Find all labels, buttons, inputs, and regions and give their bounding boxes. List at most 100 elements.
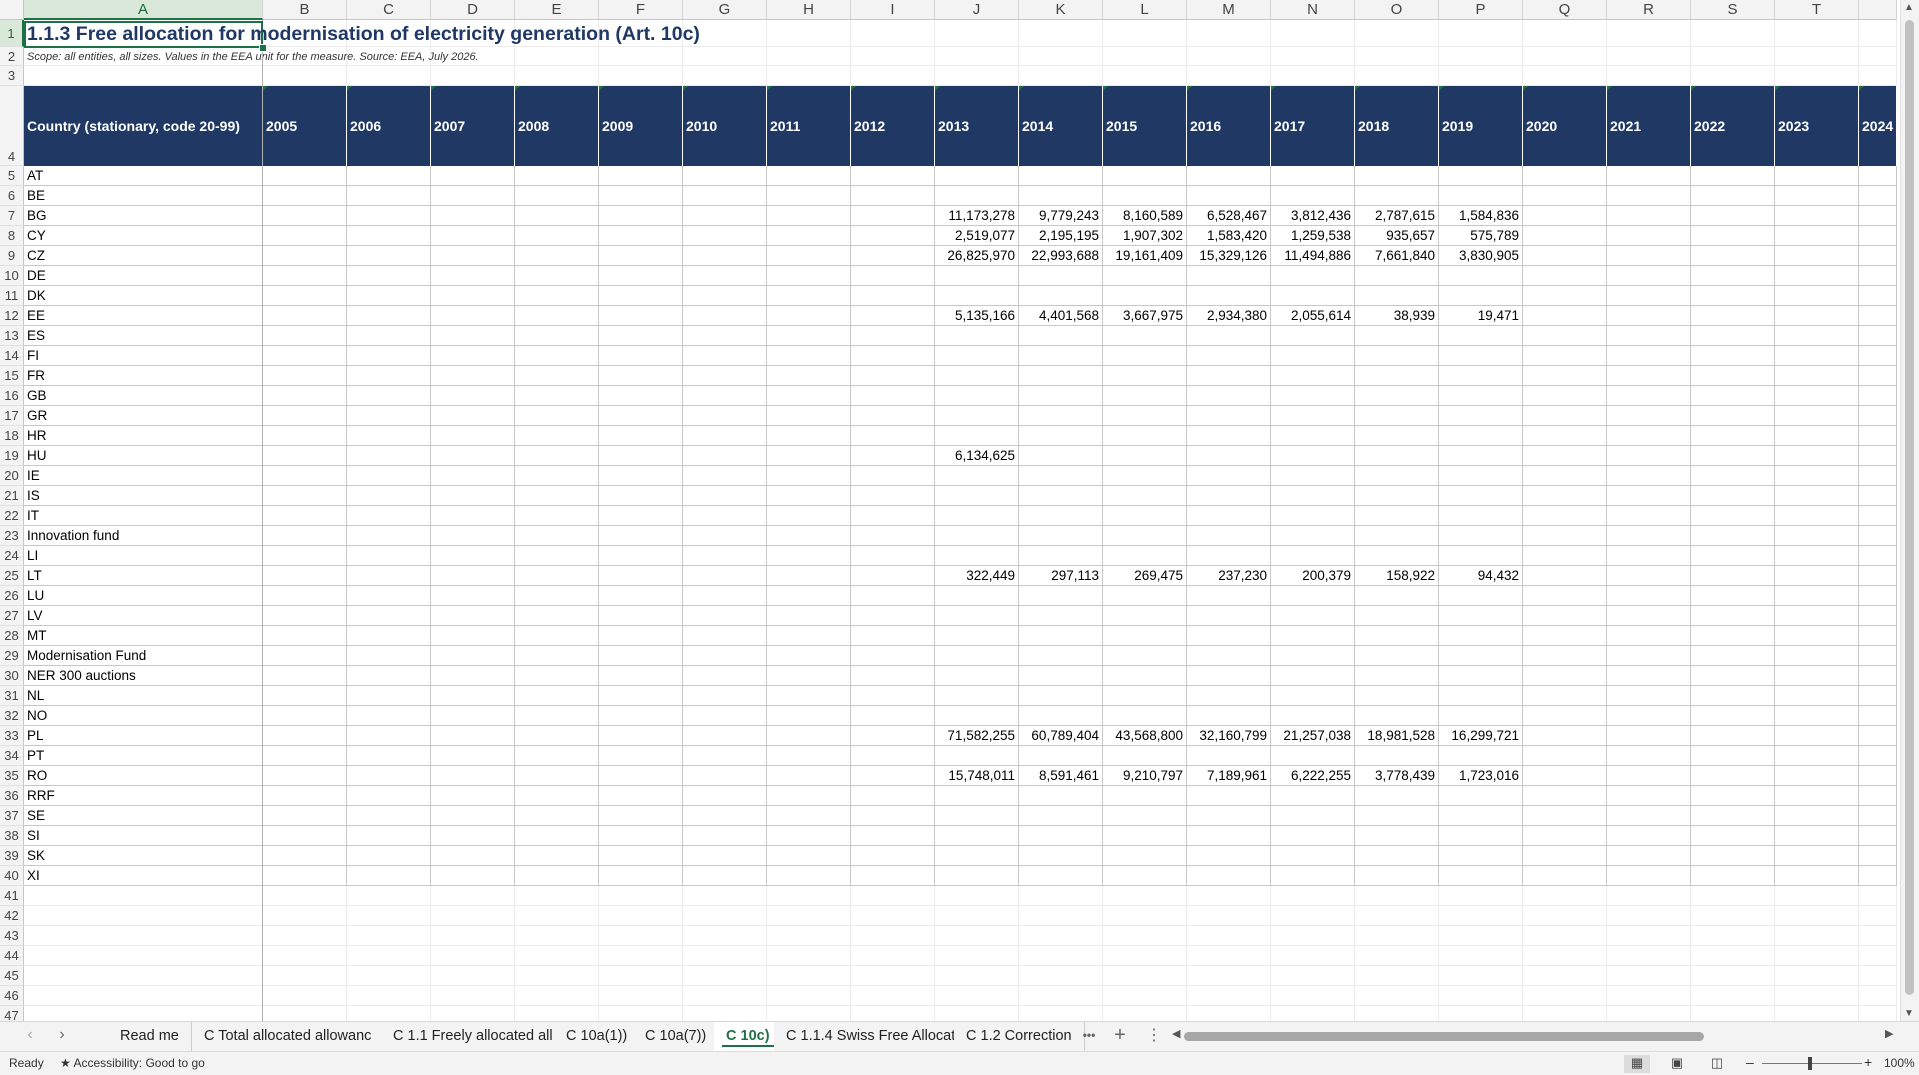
value-cell[interactable]: [263, 586, 347, 606]
value-cell[interactable]: [1019, 546, 1103, 566]
value-cell[interactable]: [935, 426, 1019, 446]
value-cell[interactable]: [1775, 646, 1859, 666]
value-cell[interactable]: [347, 806, 431, 826]
value-cell[interactable]: [851, 266, 935, 286]
value-cell[interactable]: [347, 306, 431, 326]
add-sheet-button[interactable]: +: [1110, 1024, 1130, 1047]
grid-cell[interactable]: [263, 66, 347, 86]
value-cell[interactable]: [1271, 826, 1355, 846]
value-cell[interactable]: [1355, 266, 1439, 286]
grid-cell[interactable]: [1775, 946, 1859, 966]
grid-cell[interactable]: [1439, 906, 1523, 926]
value-cell[interactable]: [599, 366, 683, 386]
value-cell[interactable]: [431, 466, 515, 486]
grid-cell[interactable]: [1271, 886, 1355, 906]
value-cell[interactable]: [263, 706, 347, 726]
value-cell[interactable]: [1691, 846, 1775, 866]
value-cell[interactable]: [1859, 686, 1897, 706]
value-cell[interactable]: [1607, 206, 1691, 226]
value-cell[interactable]: [515, 646, 599, 666]
grid-cell[interactable]: [767, 1006, 851, 1021]
value-cell[interactable]: [683, 466, 767, 486]
value-cell[interactable]: [1607, 666, 1691, 686]
grid-cell[interactable]: [1607, 886, 1691, 906]
grid-cell[interactable]: [599, 1006, 683, 1021]
grid-cell[interactable]: [935, 926, 1019, 946]
value-cell[interactable]: [1355, 806, 1439, 826]
value-cell[interactable]: [935, 286, 1019, 306]
value-cell[interactable]: [347, 486, 431, 506]
value-cell[interactable]: [431, 406, 515, 426]
value-cell[interactable]: [851, 246, 935, 266]
value-cell[interactable]: [599, 746, 683, 766]
value-cell[interactable]: [1019, 446, 1103, 466]
row-header[interactable]: 29: [0, 646, 24, 666]
grid-cell[interactable]: [263, 966, 347, 986]
grid-cell[interactable]: [767, 886, 851, 906]
value-cell[interactable]: [851, 406, 935, 426]
value-cell[interactable]: [851, 526, 935, 546]
value-cell[interactable]: [599, 686, 683, 706]
grid-cell[interactable]: [1439, 946, 1523, 966]
value-cell[interactable]: [1019, 426, 1103, 446]
value-cell[interactable]: [1607, 306, 1691, 326]
value-cell[interactable]: 9,210,797: [1103, 766, 1187, 786]
value-cell[interactable]: [1103, 746, 1187, 766]
value-cell[interactable]: [1019, 406, 1103, 426]
sheet-tab-active[interactable]: C 10c): [714, 1022, 783, 1051]
value-cell[interactable]: [1355, 606, 1439, 626]
value-cell[interactable]: [1439, 606, 1523, 626]
value-cell[interactable]: [431, 346, 515, 366]
value-cell[interactable]: [935, 626, 1019, 646]
grid-cell[interactable]: [515, 1006, 599, 1021]
grid-cell[interactable]: [851, 1006, 935, 1021]
value-cell[interactable]: [1187, 466, 1271, 486]
value-cell[interactable]: [1607, 366, 1691, 386]
grid-cell[interactable]: [515, 66, 599, 86]
value-cell[interactable]: [1859, 166, 1897, 186]
grid-cell[interactable]: [1187, 906, 1271, 926]
value-cell[interactable]: [1691, 466, 1775, 486]
value-cell[interactable]: [767, 566, 851, 586]
value-cell[interactable]: [1691, 286, 1775, 306]
grid-cell[interactable]: [1523, 986, 1607, 1006]
value-cell[interactable]: [515, 226, 599, 246]
value-cell[interactable]: [1523, 706, 1607, 726]
value-cell[interactable]: [1691, 366, 1775, 386]
row-header[interactable]: 7: [0, 206, 24, 226]
value-cell[interactable]: [1439, 286, 1523, 306]
row-header[interactable]: 41: [0, 886, 24, 906]
grid-cell[interactable]: [1103, 966, 1187, 986]
value-cell[interactable]: 237,230: [1187, 566, 1271, 586]
row-header[interactable]: 12: [0, 306, 24, 326]
value-cell[interactable]: [935, 846, 1019, 866]
value-cell[interactable]: [1523, 186, 1607, 206]
value-cell[interactable]: [1439, 686, 1523, 706]
grid-cell[interactable]: [1691, 886, 1775, 906]
value-cell[interactable]: [935, 506, 1019, 526]
horizontal-scroll-thumb[interactable]: [1184, 1032, 1704, 1041]
grid-cell[interactable]: [515, 986, 599, 1006]
value-cell[interactable]: [1187, 706, 1271, 726]
value-cell[interactable]: [515, 786, 599, 806]
value-cell[interactable]: [1439, 426, 1523, 446]
row-header[interactable]: 8: [0, 226, 24, 246]
value-cell[interactable]: 15,748,011: [935, 766, 1019, 786]
grid-cell[interactable]: [1523, 906, 1607, 926]
value-cell[interactable]: [935, 326, 1019, 346]
value-cell[interactable]: [1859, 866, 1897, 886]
grid-cell[interactable]: [1439, 926, 1523, 946]
grid-cell[interactable]: [1271, 47, 1355, 66]
value-cell[interactable]: 4,401,568: [1019, 306, 1103, 326]
row-header[interactable]: 18: [0, 426, 24, 446]
accessibility-status[interactable]: ★ Accessibility: Good to go: [60, 1056, 205, 1070]
value-cell[interactable]: [347, 226, 431, 246]
grid-cell[interactable]: [1775, 906, 1859, 926]
value-cell[interactable]: [1607, 626, 1691, 646]
grid-cell[interactable]: [1439, 886, 1523, 906]
value-cell[interactable]: [1859, 286, 1897, 306]
value-cell[interactable]: [1355, 786, 1439, 806]
value-cell[interactable]: [767, 586, 851, 606]
value-cell[interactable]: [1775, 246, 1859, 266]
value-cell[interactable]: [1859, 726, 1897, 746]
